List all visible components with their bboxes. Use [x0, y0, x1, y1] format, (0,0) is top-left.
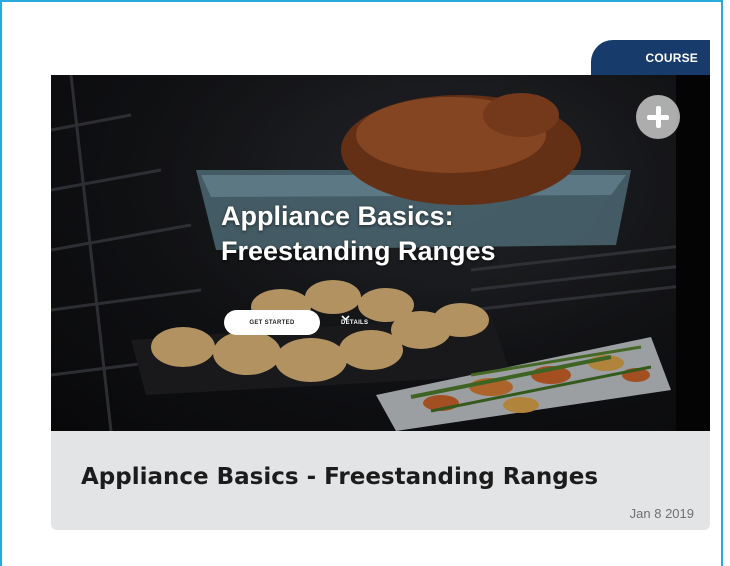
- add-plus-icon[interactable]: [636, 95, 680, 139]
- get-started-button[interactable]: GET STARTED: [224, 310, 320, 335]
- course-badge: COURSE: [591, 40, 710, 75]
- chevron-down-icon: [341, 315, 350, 321]
- hero-title: Appliance Basics: Freestanding Ranges: [221, 199, 551, 269]
- course-badge-label: COURSE: [645, 50, 698, 65]
- hero-title-line2: Freestanding Ranges: [221, 236, 496, 266]
- details-button[interactable]: DETAILS: [341, 315, 368, 331]
- course-card[interactable]: Appliance Basics: Freestanding Ranges GE…: [51, 75, 710, 530]
- hero-title-line1: Appliance Basics:: [221, 201, 454, 231]
- course-hero-image[interactable]: Appliance Basics: Freestanding Ranges GE…: [51, 75, 710, 431]
- get-started-label: GET STARTED: [249, 319, 295, 326]
- course-title[interactable]: Appliance Basics - Freestanding Ranges: [81, 464, 691, 490]
- course-date: Jan 8 2019: [629, 506, 694, 521]
